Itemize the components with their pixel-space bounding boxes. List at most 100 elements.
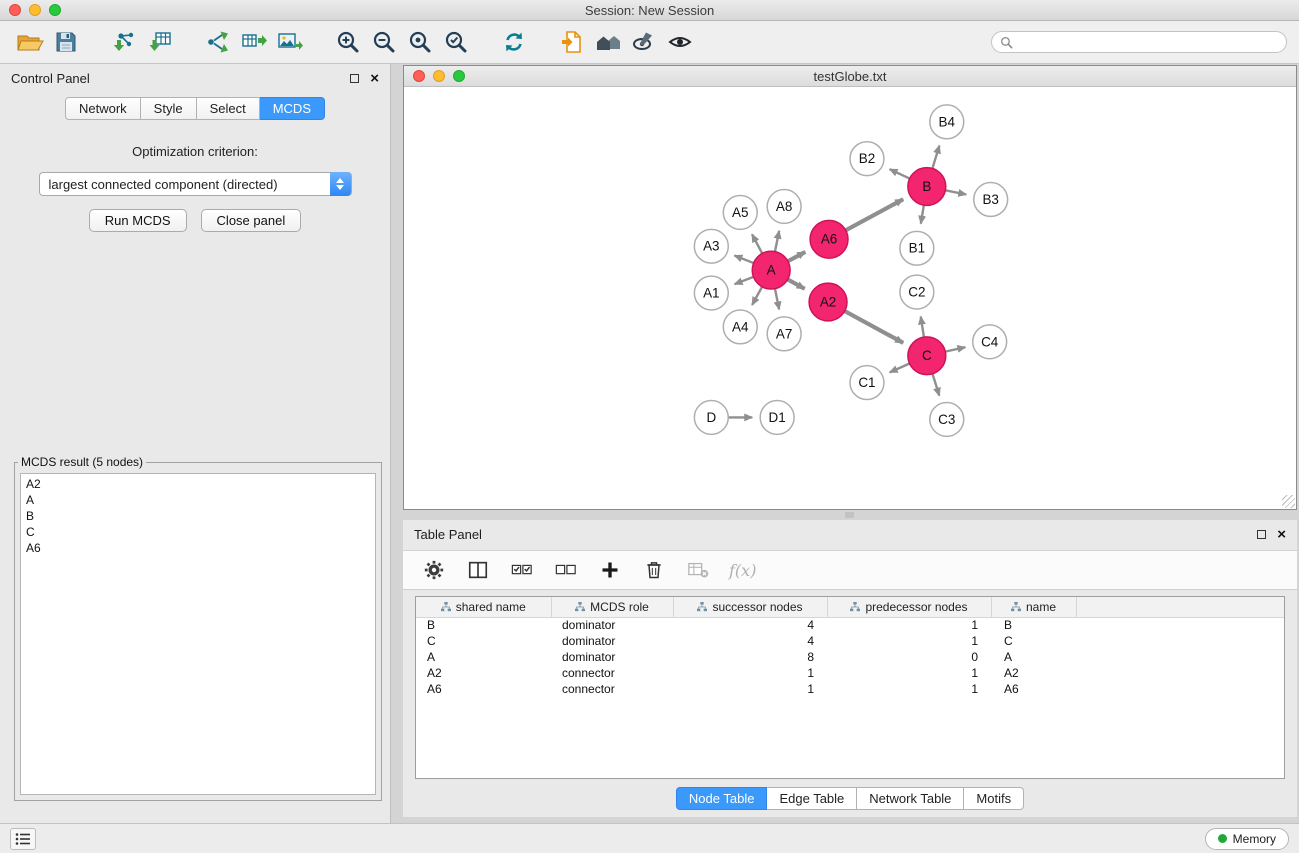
- graph-node-B[interactable]: B: [908, 168, 946, 206]
- float-panel-button[interactable]: [350, 74, 359, 83]
- zoom-in-button[interactable]: [330, 24, 366, 60]
- tab-network[interactable]: Network: [65, 97, 141, 120]
- splitter-handle[interactable]: [845, 512, 854, 518]
- graph-edge[interactable]: [921, 317, 924, 337]
- refresh-layout-button[interactable]: [496, 24, 532, 60]
- graph-edge[interactable]: [788, 252, 805, 261]
- split-panel-button[interactable]: [465, 557, 491, 583]
- graph-node-C[interactable]: C: [908, 337, 946, 375]
- tab-node-table[interactable]: Node Table: [676, 787, 768, 810]
- graph-edge[interactable]: [932, 146, 939, 169]
- search-field[interactable]: [991, 31, 1287, 53]
- close-window-button[interactable]: [9, 4, 21, 16]
- network-canvas-svg[interactable]: B4B2BB3A5A8A6B1A3AC2A1A2A4A7C4CC1C3DD1: [404, 87, 1296, 509]
- graph-node-B1[interactable]: B1: [900, 231, 934, 265]
- graph-edge[interactable]: [890, 169, 910, 178]
- table-row[interactable]: Adominator80A: [416, 649, 1284, 665]
- column-header-name[interactable]: name: [991, 597, 1076, 617]
- graph-edge[interactable]: [775, 231, 779, 252]
- import-network-button[interactable]: [106, 24, 142, 60]
- delete-table-button[interactable]: [685, 557, 711, 583]
- search-input[interactable]: [1018, 35, 1278, 49]
- zoom-fit-button[interactable]: [402, 24, 438, 60]
- graph-node-A1[interactable]: A1: [694, 276, 728, 310]
- float-table-panel-button[interactable]: [1257, 530, 1266, 539]
- zoom-out-button[interactable]: [366, 24, 402, 60]
- image-export-button[interactable]: [272, 24, 308, 60]
- save-session-button[interactable]: [48, 24, 84, 60]
- table-row[interactable]: A6connector11A6: [416, 681, 1284, 697]
- graph-node-A[interactable]: A: [752, 251, 790, 289]
- fx-function-button[interactable]: f(x): [729, 561, 756, 580]
- graph-edge[interactable]: [921, 205, 924, 223]
- graph-node-A6[interactable]: A6: [810, 220, 848, 258]
- result-item[interactable]: C: [26, 524, 370, 540]
- table-row[interactable]: A2connector11A2: [416, 665, 1284, 681]
- graph-edge[interactable]: [735, 277, 754, 284]
- network-canvas[interactable]: B4B2BB3A5A8A6B1A3AC2A1A2A4A7C4CC1C3DD1: [404, 87, 1296, 509]
- select-all-columns-button[interactable]: [509, 557, 535, 583]
- table-export-button[interactable]: [236, 24, 272, 60]
- graph-edge[interactable]: [752, 287, 762, 305]
- memory-button[interactable]: Memory: [1205, 828, 1289, 850]
- graph-node-D1[interactable]: D1: [760, 401, 794, 435]
- tab-network-table[interactable]: Network Table: [857, 787, 964, 810]
- column-header-shared-name[interactable]: shared name: [416, 597, 551, 617]
- mcds-result-list[interactable]: A2 A B C A6: [20, 473, 376, 795]
- task-history-button[interactable]: [10, 828, 36, 850]
- fullscreen-window-button[interactable]: [49, 4, 61, 16]
- graph-node-D[interactable]: D: [694, 401, 728, 435]
- column-header-successor-nodes[interactable]: successor nodes: [673, 597, 827, 617]
- tab-mcds[interactable]: MCDS: [260, 97, 325, 120]
- network-from-selection-button[interactable]: [200, 24, 236, 60]
- graph-node-A2[interactable]: A2: [809, 283, 847, 321]
- criterion-dropdown[interactable]: largest connected component (directed): [39, 172, 352, 196]
- graph-node-B3[interactable]: B3: [974, 183, 1008, 217]
- run-mcds-button[interactable]: Run MCDS: [89, 209, 187, 232]
- graph-node-A5[interactable]: A5: [723, 195, 757, 229]
- column-header-predecessor-nodes[interactable]: predecessor nodes: [827, 597, 991, 617]
- graph-node-C1[interactable]: C1: [850, 366, 884, 400]
- graph-node-A3[interactable]: A3: [694, 229, 728, 263]
- graph-edge[interactable]: [846, 199, 903, 230]
- show-details-button[interactable]: [662, 24, 698, 60]
- graph-edge[interactable]: [845, 311, 903, 343]
- graph-edge[interactable]: [945, 190, 966, 194]
- close-panel-button-2[interactable]: Close panel: [201, 209, 302, 232]
- result-item[interactable]: A: [26, 492, 370, 508]
- table-row[interactable]: Bdominator41B: [416, 617, 1284, 633]
- table-row[interactable]: Cdominator41C: [416, 633, 1284, 649]
- graph-node-B4[interactable]: B4: [930, 105, 964, 139]
- graph-node-C4[interactable]: C4: [973, 325, 1007, 359]
- result-item[interactable]: A2: [26, 476, 370, 492]
- graph-edge[interactable]: [945, 347, 965, 351]
- open-file-button[interactable]: [12, 24, 48, 60]
- graph-edge[interactable]: [890, 363, 910, 372]
- home-button[interactable]: [590, 24, 626, 60]
- graph-edge[interactable]: [775, 289, 779, 310]
- network-minimize-button[interactable]: [433, 70, 445, 82]
- close-panel-button[interactable]: ×: [370, 71, 379, 86]
- network-window-titlebar[interactable]: testGlobe.txt: [404, 66, 1296, 87]
- tab-select[interactable]: Select: [197, 97, 260, 120]
- result-item[interactable]: A6: [26, 540, 370, 556]
- graph-node-B2[interactable]: B2: [850, 142, 884, 176]
- tab-motifs[interactable]: Motifs: [964, 787, 1024, 810]
- minimize-window-button[interactable]: [29, 4, 41, 16]
- tab-edge-table[interactable]: Edge Table: [767, 787, 857, 810]
- graph-edge[interactable]: [734, 256, 753, 264]
- hide-details-button[interactable]: [626, 24, 662, 60]
- graph-node-A8[interactable]: A8: [767, 190, 801, 224]
- network-maximize-button[interactable]: [453, 70, 465, 82]
- network-close-button[interactable]: [413, 70, 425, 82]
- close-table-panel-button[interactable]: ×: [1277, 527, 1286, 542]
- node-table-container[interactable]: shared name MCDS role successor nodes pr…: [415, 596, 1285, 779]
- tab-style[interactable]: Style: [141, 97, 197, 120]
- graph-edge[interactable]: [933, 374, 940, 396]
- import-table-button[interactable]: [142, 24, 178, 60]
- create-column-button[interactable]: [597, 557, 623, 583]
- delete-column-button[interactable]: [641, 557, 667, 583]
- table-settings-button[interactable]: [421, 557, 447, 583]
- graph-edge[interactable]: [752, 234, 762, 253]
- deselect-all-columns-button[interactable]: [553, 557, 579, 583]
